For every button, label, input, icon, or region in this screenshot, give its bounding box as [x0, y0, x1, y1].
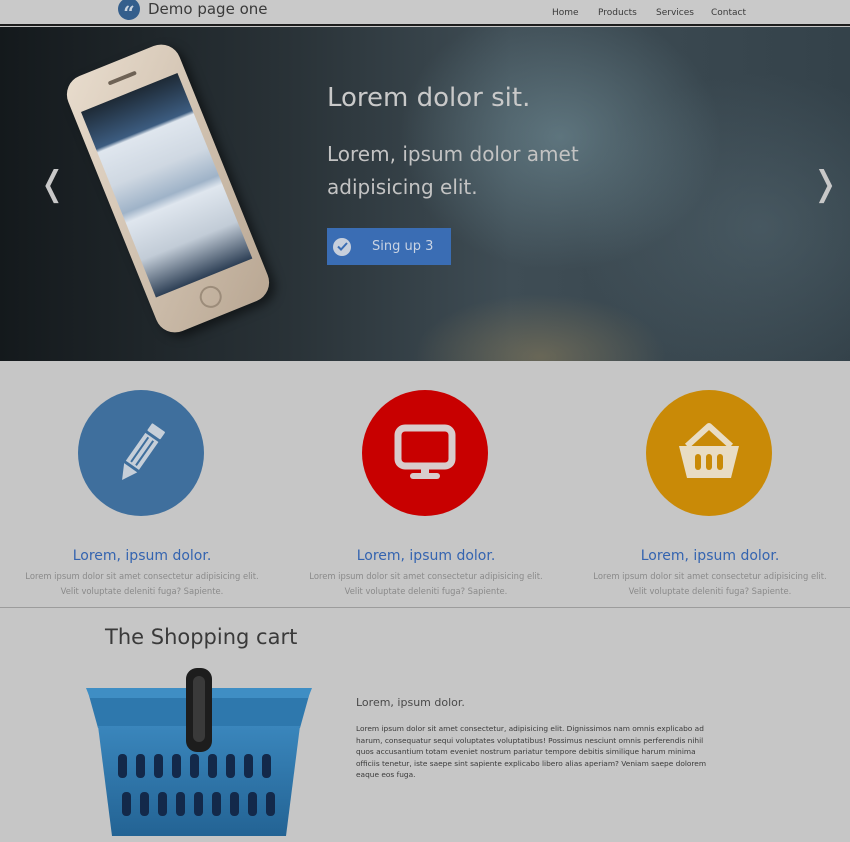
top-navbar: “ Demo page one Home Products Services C… — [0, 0, 850, 26]
pencil-icon — [122, 423, 165, 481]
phone-speaker — [107, 70, 137, 86]
shopping-basket-image — [86, 668, 312, 836]
brand-name: Demo page one — [148, 0, 268, 18]
basket-icon — [679, 423, 739, 478]
phone-image — [60, 38, 276, 339]
feature-text: Lorem ipsum dolor sit amet consectetur a… — [309, 571, 543, 596]
feature-title: Lorem, ipsum dolor. — [356, 548, 496, 564]
phone-home-button — [196, 282, 226, 312]
feature-title: Lorem, ipsum dolor. — [72, 548, 212, 564]
hero-title: Lorem dolor sit. — [327, 83, 531, 113]
feature-card: Lorem, ipsum dolor. Lorem ipsum dolor si… — [284, 361, 568, 607]
signup-button-label: Sing up 3 — [372, 239, 434, 254]
feature-circle-orange — [646, 390, 772, 516]
quote-logo-icon: “ — [118, 0, 140, 20]
carousel-prev-arrow-icon[interactable]: ❬ — [38, 167, 67, 201]
signup-button[interactable]: Sing up 3 — [327, 228, 451, 265]
nav-products[interactable]: Products — [598, 8, 637, 18]
hero-carousel: ❬ ❭ Lorem dolor sit. Lorem, ipsum dolor … — [0, 27, 850, 361]
brand[interactable]: “ Demo page one — [118, 0, 267, 20]
features-section: Lorem, ipsum dolor. Lorem ipsum dolor si… — [0, 361, 850, 607]
feature-card: Lorem, ipsum dolor. Lorem ipsum dolor si… — [568, 361, 850, 607]
feature-card: Lorem, ipsum dolor. Lorem ipsum dolor si… — [0, 361, 284, 607]
hero-subtitle: Lorem, ipsum dolor amet adipisicing elit… — [327, 142, 579, 199]
check-circle-icon — [333, 237, 351, 256]
feature-text: Lorem ipsum dolor sit amet consectetur a… — [593, 571, 827, 596]
nav-services[interactable]: Services — [656, 8, 694, 18]
cart-heading: Lorem, ipsum dolor. — [356, 696, 465, 709]
phone-screen — [81, 73, 253, 298]
monitor-icon — [394, 424, 456, 479]
feature-circle-blue — [78, 390, 204, 516]
carousel-next-arrow-icon[interactable]: ❭ — [811, 167, 840, 201]
nav-contact[interactable]: Contact — [711, 8, 746, 18]
feature-text: Lorem ipsum dolor sit amet consectetur a… — [25, 571, 259, 596]
cart-body-text: Lorem ipsum dolor sit amet consectetur, … — [356, 724, 707, 780]
feature-circle-red — [362, 390, 488, 516]
cart-section-title: The Shopping cart — [105, 625, 298, 649]
nav-home[interactable]: Home — [552, 8, 579, 18]
feature-title: Lorem, ipsum dolor. — [640, 548, 780, 564]
section-divider — [0, 607, 850, 608]
